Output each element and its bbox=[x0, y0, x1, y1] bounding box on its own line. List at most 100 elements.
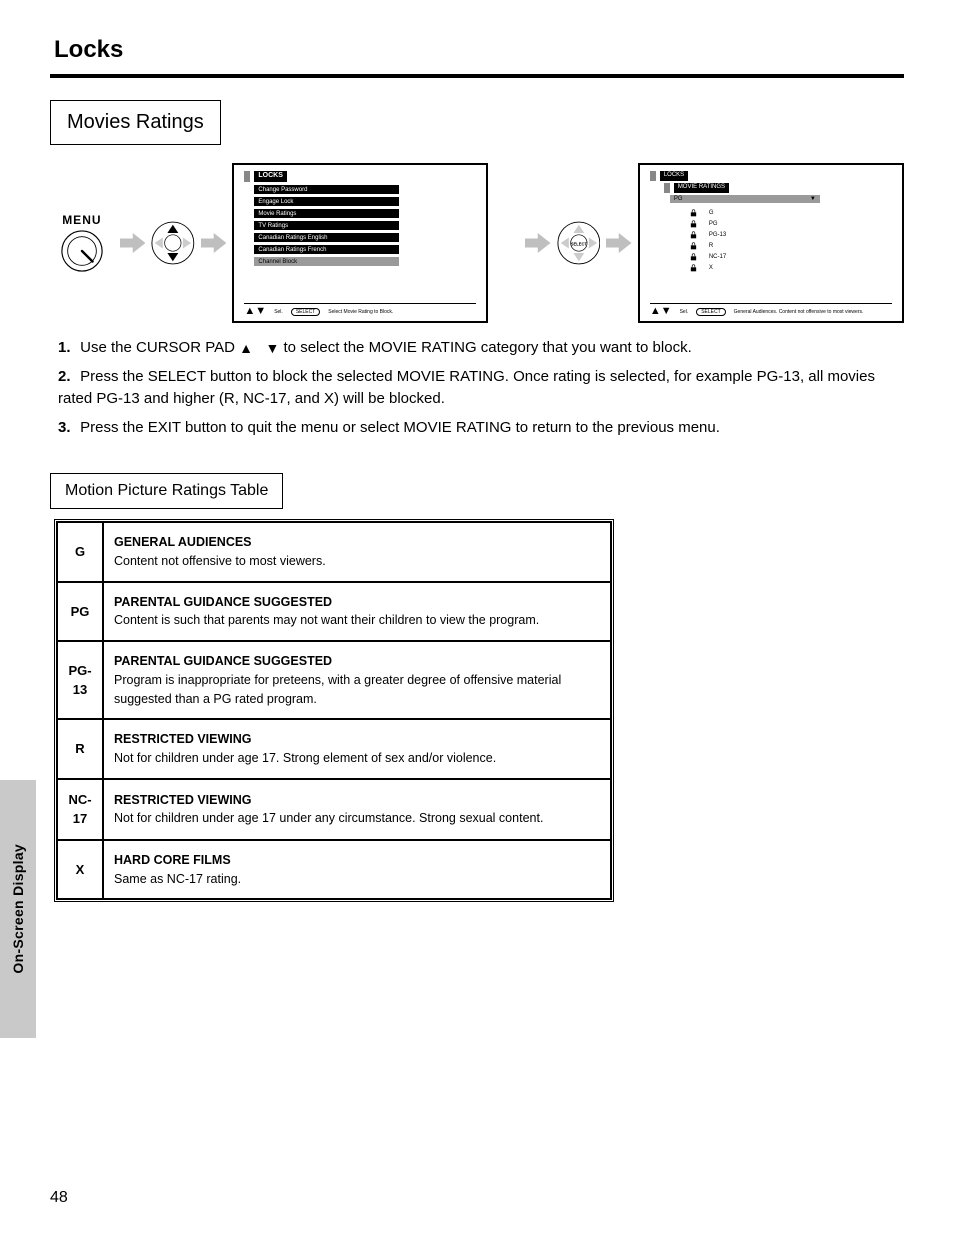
osd2-footer-sel: Sel. bbox=[680, 309, 689, 315]
rating-row: PG-13 bbox=[690, 231, 892, 239]
step1-text-b: to select the MOVIE RATING category that… bbox=[284, 339, 692, 356]
step2-text: Press the SELECT button to block the sel… bbox=[58, 368, 875, 408]
osd2-footer-tip: General Audiences. Content not offensive… bbox=[734, 309, 864, 315]
rating-name: PARENTAL GUIDANCE SUGGESTED bbox=[114, 654, 332, 668]
osd1-item-highlight: Channel Block bbox=[254, 257, 399, 266]
arrow-right-icon bbox=[201, 230, 226, 256]
osd1-item: Canadian Ratings English bbox=[254, 233, 399, 242]
dpad-updown-icon bbox=[151, 219, 195, 267]
rating-code: PG bbox=[57, 582, 103, 642]
table-row: G GENERAL AUDIENCES Content not offensive… bbox=[57, 522, 611, 582]
osd1-footer-sel: Sel. bbox=[274, 309, 283, 315]
osd1-item: Canadian Ratings French bbox=[254, 245, 399, 254]
updown-icon: ▲▼ bbox=[650, 306, 672, 317]
ratings-table: G GENERAL AUDIENCES Content not offensive… bbox=[54, 519, 614, 902]
section-heading: Locks bbox=[50, 36, 904, 64]
osd1-item: Engage Lock bbox=[254, 197, 399, 206]
menu-button-graphic: MENU bbox=[50, 213, 114, 273]
rating-label: R bbox=[709, 243, 713, 249]
osd1-title: LOCKS bbox=[254, 171, 287, 182]
rating-code: NC-17 bbox=[57, 779, 103, 840]
dpad-select-icon: SELECT bbox=[557, 219, 601, 267]
osd1-item: Change Password bbox=[254, 185, 399, 194]
rating-code: R bbox=[57, 719, 103, 779]
updown-icon: ▲▼ bbox=[244, 306, 266, 317]
table-row: PG PARENTAL GUIDANCE SUGGESTED Content is… bbox=[57, 582, 611, 642]
side-tab: On-Screen Display bbox=[0, 780, 36, 1038]
rating-desc: RESTRICTED VIEWING Not for children under… bbox=[103, 779, 611, 840]
menu-knob-icon bbox=[60, 229, 104, 273]
arrow-right-icon bbox=[120, 230, 145, 256]
rating-name: HARD CORE FILMS bbox=[114, 853, 231, 867]
triangle-down-icon: ▼ bbox=[265, 338, 279, 359]
lock-icon bbox=[690, 220, 697, 228]
rating-row: G bbox=[690, 209, 892, 217]
lock-icon bbox=[690, 231, 697, 239]
rating-label: G bbox=[709, 210, 714, 216]
table-heading-box: Motion Picture Ratings Table bbox=[50, 473, 283, 509]
lock-icon bbox=[690, 264, 697, 272]
osd2-crumb2: MOVIE RATINGS bbox=[674, 183, 729, 193]
select-pill: SELECT bbox=[696, 308, 725, 316]
osd1-footer-tip: Select Movie Rating to Block. bbox=[328, 309, 393, 315]
osd2-sub-label: PG bbox=[674, 196, 683, 202]
rating-name: GENERAL AUDIENCES bbox=[114, 535, 252, 549]
rating-row: R bbox=[690, 242, 892, 250]
osd1-item: TV Ratings bbox=[254, 221, 399, 230]
osd2-rating-list: G PG PG-13 R NC-17 X bbox=[690, 209, 892, 272]
rule bbox=[50, 74, 904, 78]
select-pill: SELECT bbox=[291, 308, 320, 316]
step3-text: Press the EXIT button to quit the menu o… bbox=[80, 419, 720, 436]
page-number: 48 bbox=[50, 1189, 68, 1207]
rating-code: G bbox=[57, 522, 103, 582]
rating-name: PARENTAL GUIDANCE SUGGESTED bbox=[114, 595, 332, 609]
step-2: 2. Press the SELECT button to block the … bbox=[50, 366, 904, 411]
rating-text: Content not offensive to most viewers. bbox=[114, 554, 326, 568]
rating-label: NC-17 bbox=[709, 254, 726, 260]
osd2-selected-rating: PG ▼ bbox=[670, 195, 820, 203]
rating-text: Not for children under age 17. Strong el… bbox=[114, 751, 496, 765]
rating-desc: HARD CORE FILMS Same as NC-17 rating. bbox=[103, 840, 611, 900]
osd-movie-ratings: LOCKS MOVIE RATINGS PG ▼ G PG PG-13 R NC… bbox=[638, 163, 904, 323]
osd1-item: Movie Ratings bbox=[254, 209, 399, 218]
rating-label: X bbox=[709, 265, 713, 271]
rating-code: X bbox=[57, 840, 103, 900]
rating-label: PG bbox=[709, 221, 718, 227]
rating-desc: GENERAL AUDIENCES Content not offensive t… bbox=[103, 522, 611, 582]
rating-row: PG bbox=[690, 220, 892, 228]
step-3: 3. Press the EXIT button to quit the men… bbox=[50, 417, 904, 440]
table-row: PG-13 PARENTAL GUIDANCE SUGGESTED Program… bbox=[57, 641, 611, 719]
osd1-footer: ▲▼ Sel. SELECT Select Movie Rating to Bl… bbox=[244, 303, 475, 317]
rating-code: PG-13 bbox=[57, 641, 103, 719]
rating-text: Same as NC-17 rating. bbox=[114, 872, 241, 886]
step-1: 1. Use the CURSOR PAD ▲ ▼ to select the … bbox=[50, 337, 904, 360]
svg-text:SELECT: SELECT bbox=[570, 241, 587, 246]
arrow-right-icon bbox=[606, 230, 631, 256]
rating-desc: PARENTAL GUIDANCE SUGGESTED Content is su… bbox=[103, 582, 611, 642]
osd-locks-menu: LOCKS Change Password Engage Lock Movie … bbox=[232, 163, 487, 323]
lock-icon bbox=[690, 242, 697, 250]
rating-label: PG-13 bbox=[709, 232, 726, 238]
osd2-crumb1: LOCKS bbox=[660, 171, 688, 181]
rating-desc: RESTRICTED VIEWINGNot for children under… bbox=[103, 719, 611, 779]
triangle-up-icon: ▲ bbox=[239, 338, 253, 359]
table-row: NC-17 RESTRICTED VIEWING Not for children… bbox=[57, 779, 611, 840]
table-row: X HARD CORE FILMS Same as NC-17 rating. bbox=[57, 840, 611, 900]
table-row: R RESTRICTED VIEWINGNot for children und… bbox=[57, 719, 611, 779]
lock-icon bbox=[690, 253, 697, 261]
rating-name: RESTRICTED VIEWING bbox=[114, 793, 252, 807]
rating-row: X bbox=[690, 264, 892, 272]
osd2-footer: ▲▼ Sel. SELECT General Audiences. Conten… bbox=[650, 303, 892, 317]
lock-icon bbox=[690, 209, 697, 217]
rating-desc: PARENTAL GUIDANCE SUGGESTED Program is in… bbox=[103, 641, 611, 719]
flow-diagram: MENU LOCKS bbox=[50, 163, 904, 323]
rating-text: Program is inappropriate for preteens, w… bbox=[114, 673, 561, 706]
menu-label: MENU bbox=[50, 213, 114, 227]
rating-text: Not for children under age 17 under any … bbox=[114, 811, 543, 825]
step1-text-a: Use the CURSOR PAD bbox=[80, 339, 235, 356]
side-tab-label: On-Screen Display bbox=[10, 844, 26, 974]
chevron-down-icon: ▼ bbox=[810, 196, 816, 202]
arrow-right-icon bbox=[525, 230, 550, 256]
title-box: Movies Ratings bbox=[50, 100, 221, 145]
rating-text: Content is such that parents may not wan… bbox=[114, 613, 539, 627]
